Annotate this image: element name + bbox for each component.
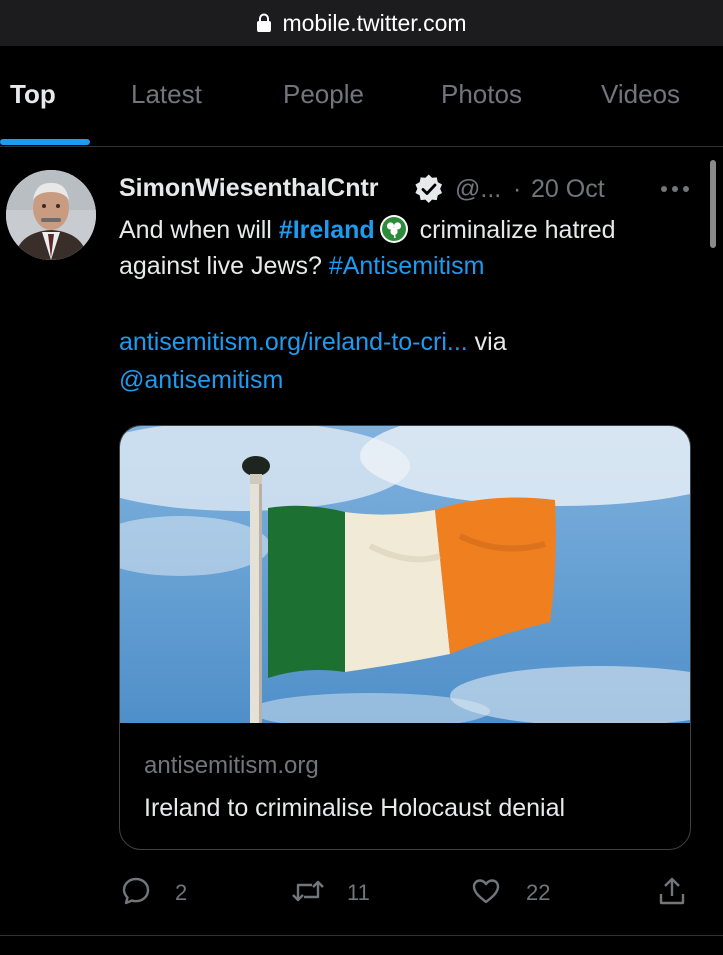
external-link[interactable]: antisemitism.org/ireland-to-cri... <box>119 328 468 356</box>
hashtag-link[interactable]: #Ireland <box>279 216 375 244</box>
more-icon[interactable] <box>660 184 690 194</box>
separator-dot: · <box>513 175 522 203</box>
mention-link[interactable]: @antisemitism <box>119 366 283 394</box>
tweet-text: against live Jews? <box>119 252 329 280</box>
irish-flag-image <box>120 426 690 723</box>
author-name[interactable]: SimonWiesenthalCntr <box>119 174 379 203</box>
tweet-text-line-3: antisemitism.org/ireland-to-cri... via <box>119 328 507 357</box>
reply-count: 2 <box>175 880 188 905</box>
tweet-text: And when will <box>119 216 279 244</box>
browser-url-bar[interactable]: mobile.twitter.com <box>0 0 723 46</box>
reply-icon[interactable] <box>121 876 151 906</box>
tab-videos[interactable]: Videos <box>601 79 680 110</box>
tweet-text-line-2: against live Jews? #Antisemitism <box>119 252 484 281</box>
card-title: Ireland to criminalise Holocaust denial <box>144 794 566 822</box>
avatar-portrait-image <box>6 170 96 260</box>
active-tab-indicator <box>0 139 90 145</box>
tweet[interactable]: SimonWiesenthalCntr @... · 20 Oct And wh… <box>0 148 723 935</box>
url-text: mobile.twitter.com <box>282 9 467 36</box>
like-icon[interactable] <box>471 876 501 906</box>
via-text: via <box>467 328 507 356</box>
link-preview-card[interactable]: antisemitism.org Ireland to criminalise … <box>119 425 691 850</box>
tweet-divider <box>0 935 723 936</box>
avatar[interactable] <box>6 170 96 260</box>
retweet-count: 11 <box>347 880 370 905</box>
verified-icon <box>415 174 443 203</box>
like-count: 22 <box>526 880 551 905</box>
tab-top[interactable]: Top <box>10 79 56 110</box>
card-domain: antisemitism.org <box>144 752 319 779</box>
tweet-text-line-1: And when will #Ireland criminalize hatre… <box>119 214 616 245</box>
retweet-icon[interactable] <box>290 876 326 906</box>
tab-photos[interactable]: Photos <box>441 79 522 110</box>
tab-people[interactable]: People <box>283 79 364 110</box>
author-handle[interactable]: @... <box>455 175 501 204</box>
tweet-text: criminalize hatred <box>412 216 616 244</box>
tweet-timestamp[interactable]: 20 Oct <box>531 175 605 204</box>
lock-icon <box>257 13 272 32</box>
share-icon[interactable] <box>657 876 687 906</box>
hashtag-link[interactable]: #Antisemitism <box>329 252 485 280</box>
shamrock-emoji-icon <box>379 215 408 243</box>
tab-latest[interactable]: Latest <box>131 79 202 110</box>
search-tabs: Top Latest People Photos Videos <box>0 46 723 147</box>
tweet-text-line-4: @antisemitism <box>119 366 283 395</box>
tweet-actions: 2 11 22 <box>0 872 723 912</box>
